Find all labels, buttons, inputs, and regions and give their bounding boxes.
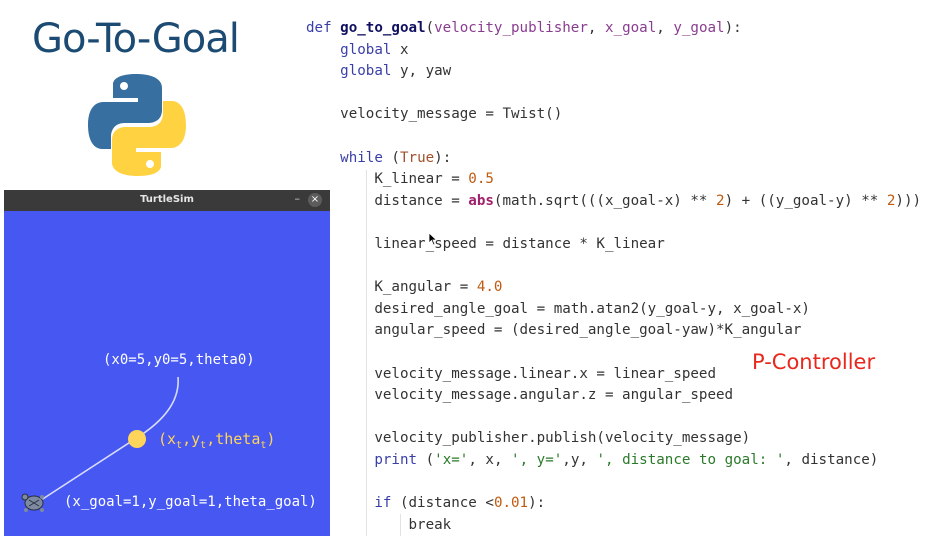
page-title: Go-To-Goal [32,16,240,62]
code-line: ​ [306,126,921,148]
code-line: K_linear = 0.5 [306,171,494,188]
code-line: ​ [306,83,921,105]
code-line: if (distance <0.01): [374,495,546,512]
turtlesim-canvas [4,211,330,536]
code-line: K_angular = 4.0 [306,279,503,296]
current-pose-label: (xt,yt,thetat) [158,430,276,451]
code-line: print ('x=', x, ', y=',y, ', distance to… [374,451,879,468]
code-line: while (True): [340,149,452,166]
code-line: ​ [306,407,921,429]
code-line: ​ [306,212,921,234]
code-line: angular_speed = (desired_angle_goal-yaw)… [306,322,802,339]
code-line: velocity_publisher.publish(velocity_mess… [306,430,751,447]
code-line: distance = abs(math.sqrt(((x_goal-x) ** … [306,192,922,209]
code-line: break [306,516,452,533]
code-block: def go_to_goal(velocity_publisher, x_goa… [306,18,921,536]
window-titlebar: TurtleSim – × [4,190,330,211]
code-line: linear_speed = distance * K_linear [306,235,665,252]
minimize-button[interactable]: – [295,192,301,205]
start-pose-label: (x0=5,y0=5,theta0) [103,352,255,368]
code-line: ​ [306,471,921,493]
trajectory-path [34,376,179,505]
code-line: global y, yaw [340,63,452,80]
code-line: velocity_message = Twist() [306,106,563,123]
current-position-marker [128,430,146,448]
turtle-icon [21,493,44,512]
code-line: ​ [306,256,921,278]
python-logo-icon [88,74,186,176]
code-line: velocity_message.angular.z = angular_spe… [306,387,734,404]
code-line: global x [340,41,409,58]
code-line: desired_angle_goal = math.atan2(y_goal-y… [306,300,810,317]
window-title: TurtleSim [140,194,194,205]
code-line: def go_to_goal(velocity_publisher, x_goa… [306,20,742,36]
goal-pose-label: (x_goal=1,y_goal=1,theta_goal) [64,494,317,510]
p-controller-annotation: P-Controller [752,350,876,374]
mouse-cursor-icon [428,232,438,246]
